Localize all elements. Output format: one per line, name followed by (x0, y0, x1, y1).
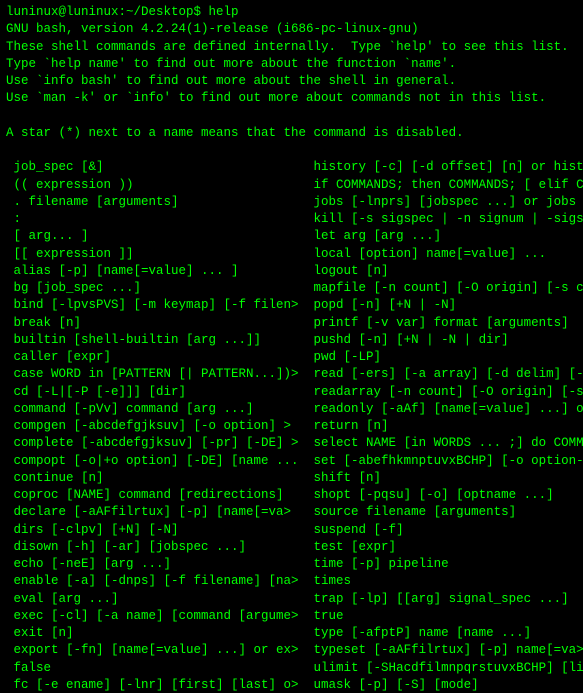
output-line: [[ expression ]] local [option] name[=va… (6, 247, 546, 261)
output-line: cd [-L|[-P [-e]]] [dir] readarray [-n co… (6, 385, 583, 399)
output-line: eval [arg ...] trap [-lp] [[arg] signal_… (6, 592, 569, 606)
output-line: A star (*) next to a name means that the… (6, 126, 464, 140)
output-line: compopt [-o|+o option] [-DE] [name ... s… (6, 454, 583, 468)
output-line: : kill [-s sigspec | -n signum | -sigs> (6, 212, 583, 226)
output-line: coproc [NAME] command [redirections] sho… (6, 488, 554, 502)
output-line: Use `info bash' to find out more about t… (6, 74, 456, 88)
output-line: compgen [-abcdefgjksuv] [-o option] > re… (6, 419, 389, 433)
output-line: declare [-aAFfilrtux] [-p] [name[=va> so… (6, 505, 516, 519)
output-line: export [-fn] [name[=value] ...] or ex> t… (6, 643, 583, 657)
output-line: Type `help name' to find out more about … (6, 57, 456, 71)
output-line: caller [expr] pwd [-LP] (6, 350, 381, 364)
output-line: dirs [-clpv] [+N] [-N] suspend [-f] (6, 523, 404, 537)
output-line: alias [-p] [name[=value] ... ] logout [n… (6, 264, 389, 278)
output-line: case WORD in [PATTERN [| PATTERN...])> r… (6, 367, 583, 381)
output-line: continue [n] shift [n] (6, 471, 381, 485)
output-line: break [n] printf [-v var] format [argume… (6, 316, 569, 330)
prompt-line: luninux@luninux:~/Desktop$ help (6, 5, 239, 19)
output-line: false ulimit [-SHacdfilmnpqrstuvxBCHP] [… (6, 661, 583, 675)
output-line: exit [n] type [-afptP] name [name ...] (6, 626, 531, 640)
terminal[interactable]: luninux@luninux:~/Desktop$ help GNU bash… (0, 0, 583, 693)
output-line: bg [job_spec ...] mapfile [-n count] [-O… (6, 281, 583, 295)
output-line: builtin [shell-builtin [arg ...]] pushd … (6, 333, 509, 347)
output-line: [ arg... ] let arg [arg ...] (6, 229, 441, 243)
output-line: These shell commands are defined interna… (6, 40, 569, 54)
output-line: Use `man -k' or `info' to find out more … (6, 91, 546, 105)
output-line: (( expression )) if COMMANDS; then COMMA… (6, 178, 583, 192)
output-line: command [-pVv] command [arg ...] readonl… (6, 402, 583, 416)
output-line: complete [-abcdefgjksuv] [-pr] [-DE] > s… (6, 436, 583, 450)
output-line: disown [-h] [-ar] [jobspec ...] test [ex… (6, 540, 396, 554)
output-line: echo [-neE] [arg ...] time [-p] pipeline (6, 557, 449, 571)
output-line: bind [-lpvsPVS] [-m keymap] [-f filen> p… (6, 298, 456, 312)
output-line: . filename [arguments] jobs [-lnprs] [jo… (6, 195, 583, 209)
output-line: exec [-cl] [-a name] [command [argume> t… (6, 609, 344, 623)
output-line: job_spec [&] history [-c] [-d offset] [n… (6, 160, 583, 174)
output-line: GNU bash, version 4.2.24(1)-release (i68… (6, 22, 419, 36)
output-line: enable [-a] [-dnps] [-f filename] [na> t… (6, 574, 351, 588)
output-line: fc [-e ename] [-lnr] [first] [last] o> u… (6, 678, 479, 692)
